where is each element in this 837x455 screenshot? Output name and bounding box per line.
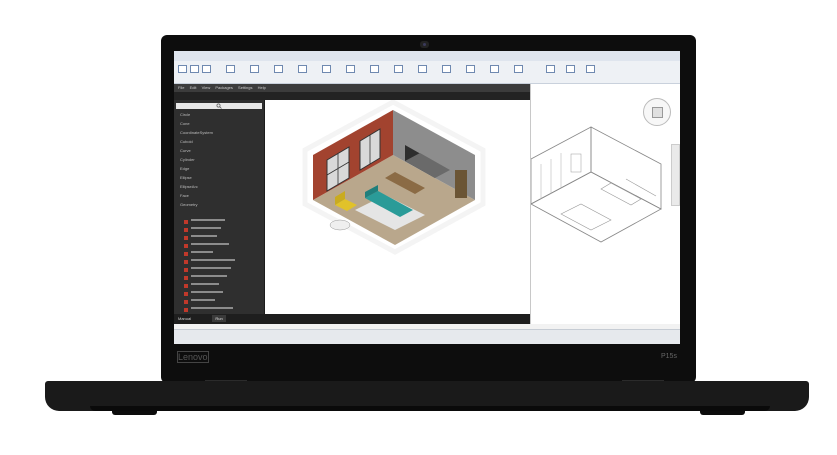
- menu-file[interactable]: File: [178, 85, 184, 90]
- revit-3d-view[interactable]: [530, 84, 680, 324]
- ribbon-tool-icon[interactable]: [394, 65, 403, 73]
- editor-menu-bar: File Edit View Packages Settings Help: [174, 84, 530, 92]
- laptop-lid: File Edit View Packages Settings Help Ci…: [161, 35, 696, 383]
- menu-settings[interactable]: Settings: [238, 85, 252, 90]
- ribbon-tool-icon[interactable]: [442, 65, 451, 73]
- library-item[interactable]: Cone: [180, 121, 260, 127]
- library-search-input[interactable]: [176, 103, 262, 109]
- ribbon-tool-icon[interactable]: [418, 65, 427, 73]
- menu-help[interactable]: Help: [258, 85, 266, 90]
- navigation-bar[interactable]: [671, 144, 680, 206]
- menu-edit[interactable]: Edit: [190, 85, 197, 90]
- library-item[interactable]: Cuboid: [180, 139, 260, 145]
- ribbon-tool-icon[interactable]: [202, 65, 211, 73]
- ribbon-tool-icon[interactable]: [370, 65, 379, 73]
- node-library: Circle Cone CoordinateSystem Cuboid Curv…: [174, 100, 265, 314]
- isometric-room-render: [302, 99, 486, 255]
- ribbon-tab-bar: [174, 51, 680, 61]
- ribbon-tool-icon[interactable]: [586, 65, 595, 73]
- screen: File Edit View Packages Settings Help Ci…: [174, 51, 680, 344]
- status-bar: [174, 329, 680, 344]
- ribbon-tool-icon[interactable]: [490, 65, 499, 73]
- ribbon-tool-icon[interactable]: [566, 65, 575, 73]
- ribbon-tool-icon[interactable]: [274, 65, 283, 73]
- ribbon-tool-icon[interactable]: [298, 65, 307, 73]
- library-item[interactable]: CoordinateSystem: [180, 130, 260, 136]
- library-item[interactable]: Geometry: [180, 202, 260, 208]
- menu-packages[interactable]: Packages: [215, 85, 233, 90]
- library-item[interactable]: Face: [180, 193, 260, 199]
- library-item[interactable]: Curve: [180, 148, 260, 154]
- library-item[interactable]: Circle: [180, 112, 260, 118]
- webcam-icon: [420, 41, 429, 48]
- laptop-base-front: [90, 406, 770, 411]
- library-item[interactable]: EllipseArc: [180, 184, 260, 190]
- library-item[interactable]: Cylinder: [180, 157, 260, 163]
- ribbon-tool-icon[interactable]: [466, 65, 475, 73]
- ribbon-tool-icon[interactable]: [346, 65, 355, 73]
- ribbon-tool-icon[interactable]: [546, 65, 555, 73]
- library-item[interactable]: Edge: [180, 166, 260, 172]
- graph-editor: File Edit View Packages Settings Help Ci…: [174, 84, 530, 324]
- foot-left: [112, 411, 157, 415]
- editor-tab-bar: [174, 92, 530, 100]
- foot-right: [700, 411, 745, 415]
- ribbon-tool-icon[interactable]: [190, 65, 199, 73]
- menu-view[interactable]: View: [202, 85, 211, 90]
- viewcube-icon[interactable]: [643, 98, 671, 126]
- ribbon-tool-icon[interactable]: [226, 65, 235, 73]
- ribbon-tool-icon[interactable]: [322, 65, 331, 73]
- search-icon: [216, 103, 222, 109]
- ribbon-tool-icon[interactable]: [514, 65, 523, 73]
- ribbon-tool-icon[interactable]: [178, 65, 187, 73]
- bezel-brand-logo: Lenovo: [177, 351, 209, 363]
- ribbon-tool-icon[interactable]: [250, 65, 259, 73]
- run-mode-select[interactable]: Manual: [178, 316, 191, 321]
- run-button[interactable]: Run: [212, 315, 226, 322]
- library-item[interactable]: Ellipse: [180, 175, 260, 181]
- model-badge: P15s: [661, 353, 677, 360]
- node-list: [184, 211, 260, 312]
- run-status-bar: Manual Run: [174, 314, 530, 324]
- 3d-preview-canvas[interactable]: [265, 99, 530, 314]
